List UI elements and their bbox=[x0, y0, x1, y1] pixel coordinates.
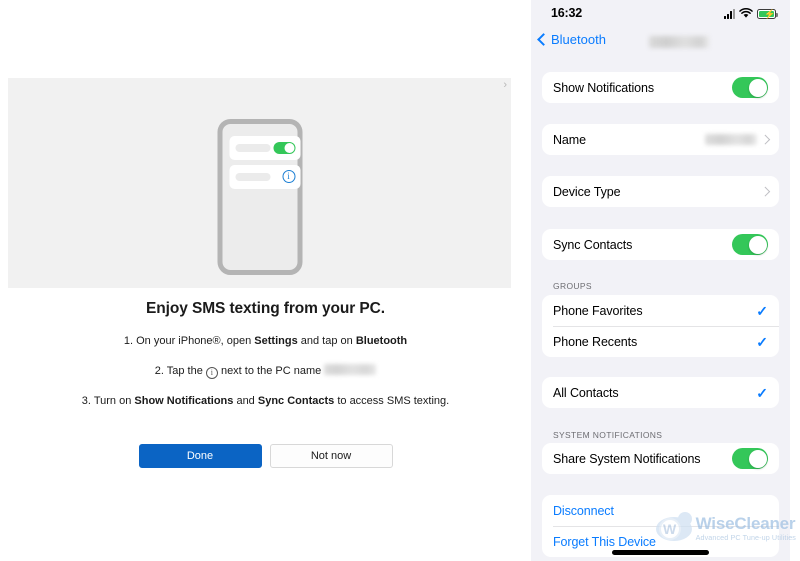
list-device-actions: Disconnect Forget This Device bbox=[542, 495, 779, 557]
list-system-notifications: Share System Notifications bbox=[542, 443, 779, 474]
ios-nav-bar: Bluetooth bbox=[531, 32, 790, 58]
redacted-name-value bbox=[704, 134, 757, 145]
row-name[interactable]: Name bbox=[542, 124, 779, 155]
not-now-button[interactable]: Not now bbox=[269, 444, 393, 468]
show-notifications-toggle[interactable] bbox=[732, 77, 768, 98]
row-label: Phone Favorites bbox=[553, 303, 643, 318]
app-window: › i Enjoy SMS texting from your PC. 1. O… bbox=[0, 0, 800, 561]
hero-illustration: › i bbox=[8, 78, 511, 288]
chevron-left-icon bbox=[537, 33, 550, 46]
page-title: Enjoy SMS texting from your PC. bbox=[146, 300, 385, 317]
row-device-type[interactable]: Device Type bbox=[542, 176, 779, 207]
panel-gutter bbox=[790, 0, 800, 561]
step-1-bold-settings: Settings bbox=[254, 335, 298, 347]
phone-illustration: i bbox=[217, 119, 302, 275]
step-2-middle: next to the PC name bbox=[217, 364, 325, 377]
list-groups: Phone Favorites ✓ Phone Recents ✓ bbox=[542, 295, 779, 357]
sync-contacts-toggle[interactable] bbox=[732, 234, 768, 255]
illustration-row-info: i bbox=[229, 165, 300, 189]
section-header-system-notifications: SYSTEM NOTIFICATIONS bbox=[553, 430, 663, 440]
done-button[interactable]: Done bbox=[138, 444, 262, 468]
step-3-middle: and bbox=[233, 394, 258, 407]
toggle-knob bbox=[748, 78, 767, 97]
checkmark-icon: ✓ bbox=[756, 384, 768, 401]
step-1-prefix: On your iPhone®, open bbox=[136, 335, 255, 347]
toggle-knob bbox=[748, 235, 767, 254]
iphone-settings-panel: 16:32 ⚡ Bluetooth Show Notifications Nam… bbox=[531, 0, 800, 561]
step-3-prefix: Turn on bbox=[93, 394, 135, 407]
share-system-notifications-toggle[interactable] bbox=[732, 448, 768, 469]
row-label: Sync Contacts bbox=[553, 237, 633, 252]
disconnect-button[interactable]: Disconnect bbox=[553, 504, 768, 518]
step-1-middle: and tap on bbox=[297, 335, 356, 347]
setup-copy: Enjoy SMS texting from your PC. 1. On yo… bbox=[0, 300, 531, 424]
cellular-signal-icon bbox=[724, 8, 735, 19]
forget-this-device-button[interactable]: Forget This Device bbox=[553, 535, 768, 549]
step-2-prefix: Tap the bbox=[166, 364, 206, 377]
checkmark-icon: ✓ bbox=[756, 302, 768, 319]
checkmark-icon: ✓ bbox=[756, 333, 768, 350]
list-show-notifications: Show Notifications bbox=[542, 72, 779, 103]
row-label: Phone Recents bbox=[553, 334, 638, 349]
list-all-contacts: All Contacts ✓ bbox=[542, 377, 779, 408]
battery-charging-icon: ⚡ bbox=[757, 8, 778, 19]
row-label: Share System Notifications bbox=[553, 451, 701, 466]
illustration-placeholder-bar bbox=[235, 144, 270, 152]
setup-step-3: 3. Turn on Show Notifications and Sync C… bbox=[0, 394, 531, 409]
row-share-system-notifications[interactable]: Share System Notifications bbox=[542, 443, 779, 474]
setup-step-1: 1. On your iPhone®, open Settings and ta… bbox=[0, 334, 531, 349]
row-sync-contacts[interactable]: Sync Contacts bbox=[542, 229, 779, 260]
chevron-right-icon bbox=[760, 134, 770, 145]
list-name: Name bbox=[542, 124, 779, 155]
back-to-bluetooth-button[interactable]: Bluetooth bbox=[537, 32, 606, 47]
dialog-actions: Done Not now bbox=[0, 444, 531, 468]
illustration-row-toggle bbox=[229, 136, 300, 160]
row-all-contacts[interactable]: All Contacts ✓ bbox=[542, 377, 779, 408]
step-1-number: 1. bbox=[123, 335, 134, 347]
setup-step-2: 2. Tap the i next to the PC name bbox=[0, 364, 531, 379]
row-label: All Contacts bbox=[553, 385, 619, 400]
step-2-number: 2. bbox=[154, 364, 164, 377]
redacted-pc-name bbox=[324, 364, 377, 376]
info-circle-icon: i bbox=[282, 170, 295, 183]
status-time: 16:32 bbox=[551, 6, 582, 20]
info-circle-icon: i bbox=[205, 366, 218, 379]
step-1-bold-bluetooth: Bluetooth bbox=[355, 335, 408, 347]
ios-status-bar: 16:32 ⚡ bbox=[531, 0, 790, 30]
step-3-number: 3. bbox=[81, 394, 91, 407]
illustration-placeholder-bar bbox=[235, 173, 270, 181]
back-button-label: Bluetooth bbox=[551, 32, 606, 47]
sms-setup-panel: › i Enjoy SMS texting from your PC. 1. O… bbox=[0, 0, 531, 561]
step-3-bold-sync-contacts: Sync Contacts bbox=[257, 394, 335, 407]
wifi-icon bbox=[739, 8, 753, 18]
section-header-groups: GROUPS bbox=[553, 281, 592, 291]
home-indicator[interactable] bbox=[612, 550, 709, 555]
row-label: Name bbox=[553, 132, 586, 147]
chevron-right-icon[interactable]: › bbox=[503, 80, 507, 91]
toggle-on-icon bbox=[273, 142, 295, 154]
redacted-device-name bbox=[649, 36, 709, 48]
status-icon-group: ⚡ bbox=[724, 8, 778, 19]
list-sync-contacts: Sync Contacts bbox=[542, 229, 779, 260]
toggle-knob bbox=[748, 449, 767, 468]
row-disconnect[interactable]: Disconnect bbox=[542, 495, 779, 526]
list-device-type: Device Type bbox=[542, 176, 779, 207]
step-3-suffix: to access SMS texting. bbox=[334, 394, 450, 407]
row-phone-favorites[interactable]: Phone Favorites ✓ bbox=[542, 295, 779, 326]
row-label: Show Notifications bbox=[553, 80, 655, 95]
step-3-bold-show-notifications: Show Notifications bbox=[134, 394, 234, 407]
row-label: Device Type bbox=[553, 184, 621, 199]
row-phone-recents[interactable]: Phone Recents ✓ bbox=[542, 326, 779, 357]
chevron-right-icon bbox=[760, 186, 770, 197]
row-show-notifications[interactable]: Show Notifications bbox=[542, 72, 779, 103]
